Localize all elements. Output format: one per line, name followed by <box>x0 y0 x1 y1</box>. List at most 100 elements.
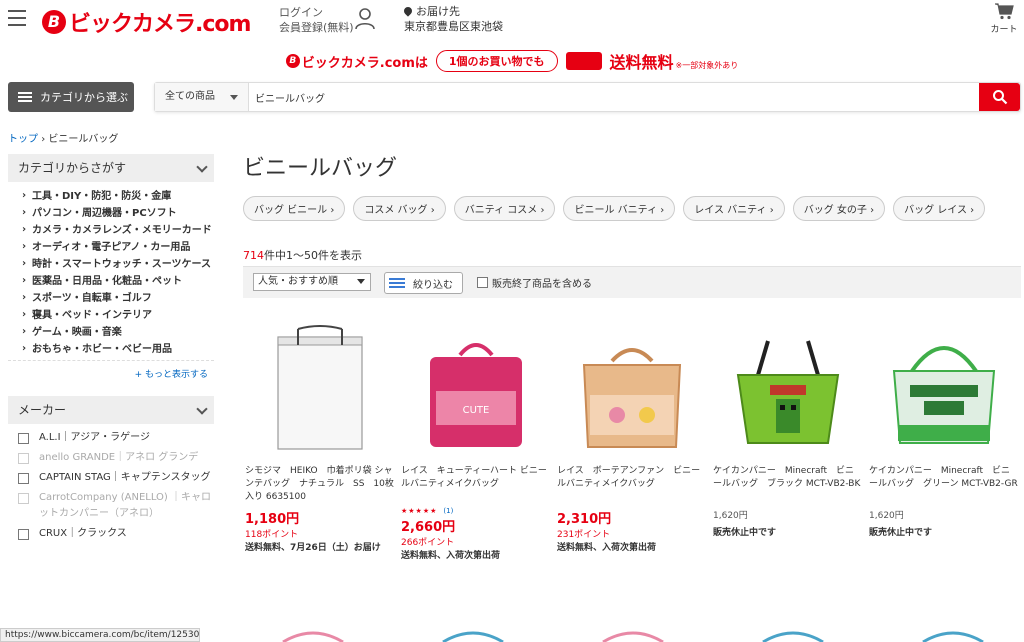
product-name[interactable]: レイス ボーテアンファン ビニールバニティメイクバッグ <box>557 465 707 507</box>
cart-button[interactable]: カート <box>988 2 1020 35</box>
result-toolbar: 人気・おすすめ順 絞り込む 販売終了商品を含める <box>243 266 1021 298</box>
maker-checkbox[interactable] <box>18 453 29 464</box>
header: B ビックカメラ.com ログイン 会員登録(無料) お届け先 東京都豊島区東池… <box>0 0 1024 42</box>
maker-checkbox[interactable] <box>18 493 29 504</box>
product-card[interactable]: ケイカンパニー Minecraft ビニールバッグ グリーン MCT-VB2-G… <box>867 325 1023 563</box>
maker-label: A.L.I｜アジア・ラゲージ <box>39 432 150 443</box>
banner-note: ※一部対象外あり <box>675 60 739 70</box>
product-price: 1,180円 <box>245 512 300 527</box>
search-input[interactable] <box>255 88 955 106</box>
category-item[interactable]: 医薬品・日用品・化粧品・ペット <box>22 274 214 288</box>
related-tag[interactable]: ビニール バニティ › <box>563 196 676 221</box>
menu-icon[interactable] <box>8 10 26 26</box>
category-item[interactable]: 時計・スマートウォッチ・スーツケース <box>22 257 214 271</box>
maker-label: CAPTAIN STAG｜キャプテンスタッグ <box>39 472 211 483</box>
banner-logo-mark: B <box>285 54 300 68</box>
sort-label: 人気・おすすめ順 <box>258 276 338 287</box>
include-discontinued[interactable]: 販売終了商品を含める <box>477 275 592 290</box>
maker-item[interactable]: CarrotCompany (ANELLO) ｜キャロットカンパニー（アネロ） <box>18 490 214 522</box>
product-price: 1,620円 <box>713 511 748 521</box>
product-card[interactable]: ケイカンパニー Minecraft ビニールバッグ ブラック MCT-VB2-B… <box>711 325 867 563</box>
related-tag[interactable]: バッグ 女の子 › <box>792 196 886 221</box>
product-name[interactable]: ケイカンパニー Minecraft ビニールバッグ グリーン MCT-VB2-G… <box>869 465 1019 507</box>
related-tag[interactable]: バッグ レイス › <box>893 196 986 221</box>
related-tag[interactable]: バニティ コスメ › <box>453 196 556 221</box>
caret-down-icon <box>230 95 238 100</box>
breadcrumb-home[interactable]: トップ <box>8 134 38 145</box>
product-name[interactable]: シモジマ HEIKO 巾着ポリ袋 シャンテバッグ ナチュラル SS 10枚入り … <box>245 465 395 507</box>
category-item[interactable]: スポーツ・自転車・ゴルフ <box>22 291 214 305</box>
category-item[interactable]: おもちゃ・ホビー・ベビー用品 <box>22 342 214 356</box>
product-shipping: 送料無料、入荷次第出荷 <box>557 543 657 553</box>
maker-item[interactable]: A.L.I｜アジア・ラゲージ <box>18 430 214 446</box>
maker-checkbox[interactable] <box>18 529 29 540</box>
category-section-header[interactable]: カテゴリからさがす <box>8 154 214 182</box>
status-bar-url: https://www.biccamera.com/bc/item/125302… <box>0 628 200 642</box>
result-count-text: 件中1〜50件を表示 <box>264 249 362 262</box>
product-shipping: 送料無料、入荷次第出荷 <box>401 551 501 561</box>
rating-stars: ★★★★★ (1) <box>401 507 551 515</box>
category-item[interactable]: 工具・DIY・防犯・防災・金庫 <box>22 189 214 203</box>
category-section-title: カテゴリからさがす <box>18 161 127 175</box>
logo-text: ビックカメラ.com <box>69 12 251 37</box>
maker-label: CRUX｜クラックス <box>39 528 127 539</box>
product-image[interactable] <box>260 325 380 455</box>
show-more-link[interactable]: + もっと表示する <box>8 360 214 380</box>
product-points: 231ポイント <box>557 530 611 540</box>
delivery-address[interactable]: お届け先 東京都豊島区東池袋 <box>402 4 503 34</box>
filter-icon <box>389 278 405 288</box>
maker-section-header[interactable]: メーカー <box>8 396 214 424</box>
maker-item[interactable]: anello GRANDE｜アネロ グランデ <box>18 450 214 466</box>
sidebar: トップ › ビニールバッグ カテゴリからさがす 工具・DIY・防犯・防災・金庫 … <box>8 130 214 546</box>
search-scope-label: 全ての商品 <box>165 91 215 102</box>
login-link[interactable]: ログイン 会員登録(無料) <box>279 5 354 35</box>
related-tag[interactable]: バッグ ビニール › <box>243 196 346 221</box>
related-tag[interactable]: レイス バニティ › <box>683 196 785 221</box>
review-count[interactable]: (1) <box>443 507 453 515</box>
category-item[interactable]: オーディオ・電子ピアノ・カー用品 <box>22 240 214 254</box>
cart-label: カート <box>990 25 1018 35</box>
product-points: 118ポイント <box>245 530 299 540</box>
product-card[interactable]: シモジマ HEIKO 巾着ポリ袋 シャンテバッグ ナチュラル SS 10枚入り … <box>243 325 399 563</box>
product-shipping: 送料無料、7月26日（土）お届け <box>245 543 381 553</box>
product-card[interactable]: レイス ボーテアンファン ビニールバニティメイクバッグ 2,310円 231ポイ… <box>555 325 711 563</box>
result-count-number: 714 <box>243 249 264 262</box>
list-icon <box>18 90 32 104</box>
maker-checkbox[interactable] <box>18 473 29 484</box>
next-products-row <box>282 631 984 642</box>
related-tag[interactable]: コスメ バッグ › <box>353 196 446 221</box>
category-item[interactable]: 寝具・ベッド・インテリア <box>22 308 214 322</box>
product-image[interactable] <box>572 325 692 455</box>
search-scope-select[interactable]: 全ての商品 <box>155 83 249 111</box>
category-item[interactable]: ゲーム・映画・音楽 <box>22 325 214 339</box>
product-card[interactable]: CUTE レイス キューティーハート ビニールバニティメイクバッグ ★★★★★ (… <box>399 325 555 563</box>
include-discontinued-label: 販売終了商品を含める <box>492 279 592 290</box>
search-button[interactable] <box>979 83 1020 111</box>
free-shipping-banner[interactable]: B ビックカメラ.comは 1個のお買い物でも 送料無料 ※一部対象外あり <box>0 48 1024 74</box>
include-discontinued-checkbox[interactable] <box>477 277 488 288</box>
user-icon[interactable] <box>355 8 375 30</box>
cart-icon <box>995 3 1014 20</box>
logo[interactable]: B ビックカメラ.com <box>42 6 251 38</box>
category-select-button[interactable]: カテゴリから選ぶ <box>8 82 134 112</box>
maker-item[interactable]: CAPTAIN STAG｜キャプテンスタッグ <box>18 470 214 486</box>
product-image[interactable]: CUTE <box>416 325 536 455</box>
product-image[interactable] <box>728 325 848 455</box>
maker-checkbox[interactable] <box>18 433 29 444</box>
truck-icon <box>565 52 602 70</box>
category-item[interactable]: パソコン・周辺機器・PCソフト <box>22 206 214 220</box>
category-list: 工具・DIY・防犯・防災・金庫 パソコン・周辺機器・PCソフト カメラ・カメラレ… <box>8 182 214 356</box>
filter-button[interactable]: 絞り込む <box>384 272 463 294</box>
chevron-down-icon <box>196 403 208 415</box>
register-label: 会員登録(無料) <box>279 21 354 34</box>
maker-item[interactable]: CRUX｜クラックス <box>18 526 214 542</box>
delivery-label: お届け先 <box>416 5 460 18</box>
related-tags: バッグ ビニール › コスメ バッグ › バニティ コスメ › ビニール バニテ… <box>243 196 986 221</box>
product-name[interactable]: ケイカンパニー Minecraft ビニールバッグ ブラック MCT-VB2-B… <box>713 465 863 507</box>
category-item[interactable]: カメラ・カメラレンズ・メモリーカード <box>22 223 214 237</box>
search-bar: カテゴリから選ぶ 全ての商品 <box>0 80 1024 115</box>
product-image[interactable] <box>884 325 1004 455</box>
sort-select[interactable]: 人気・おすすめ順 <box>253 273 371 291</box>
filter-label: 絞り込む <box>413 279 453 291</box>
product-name[interactable]: レイス キューティーハート ビニールバニティメイクバッグ <box>401 465 551 507</box>
